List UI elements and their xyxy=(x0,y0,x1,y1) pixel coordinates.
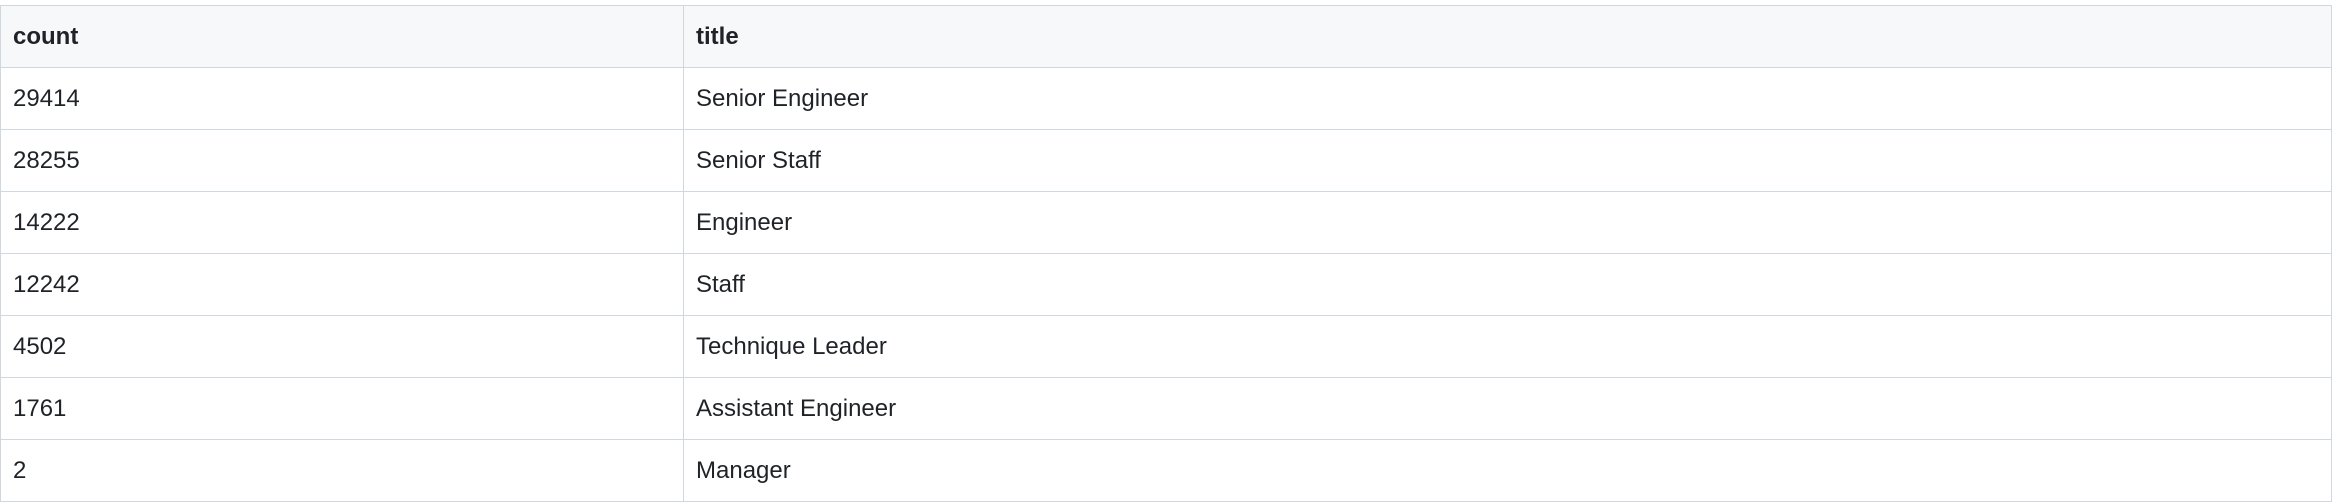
table-row: 2 Manager xyxy=(0,439,2332,502)
table-row: 28255 Senior Staff xyxy=(0,129,2332,192)
cell-count: 28255 xyxy=(0,129,684,192)
table-header-row: count title xyxy=(0,5,2332,68)
cell-count: 29414 xyxy=(0,67,684,130)
column-header-title: title xyxy=(683,5,2332,68)
results-table-container: count title 29414 Senior Engineer 28255 … xyxy=(0,5,2332,502)
cell-title: Manager xyxy=(683,439,2332,502)
cell-count: 12242 xyxy=(0,253,684,316)
cell-title: Senior Engineer xyxy=(683,67,2332,130)
results-table: count title 29414 Senior Engineer 28255 … xyxy=(0,5,2332,502)
cell-title: Senior Staff xyxy=(683,129,2332,192)
cell-title: Engineer xyxy=(683,191,2332,254)
table-row: 1761 Assistant Engineer xyxy=(0,377,2332,440)
table-row: 12242 Staff xyxy=(0,253,2332,316)
column-header-count: count xyxy=(0,5,684,68)
cell-title: Technique Leader xyxy=(683,315,2332,378)
table-row: 14222 Engineer xyxy=(0,191,2332,254)
cell-title: Staff xyxy=(683,253,2332,316)
cell-count: 4502 xyxy=(0,315,684,378)
cell-count: 2 xyxy=(0,439,684,502)
cell-count: 14222 xyxy=(0,191,684,254)
cell-title: Assistant Engineer xyxy=(683,377,2332,440)
table-row: 4502 Technique Leader xyxy=(0,315,2332,378)
table-row: 29414 Senior Engineer xyxy=(0,67,2332,130)
cell-count: 1761 xyxy=(0,377,684,440)
